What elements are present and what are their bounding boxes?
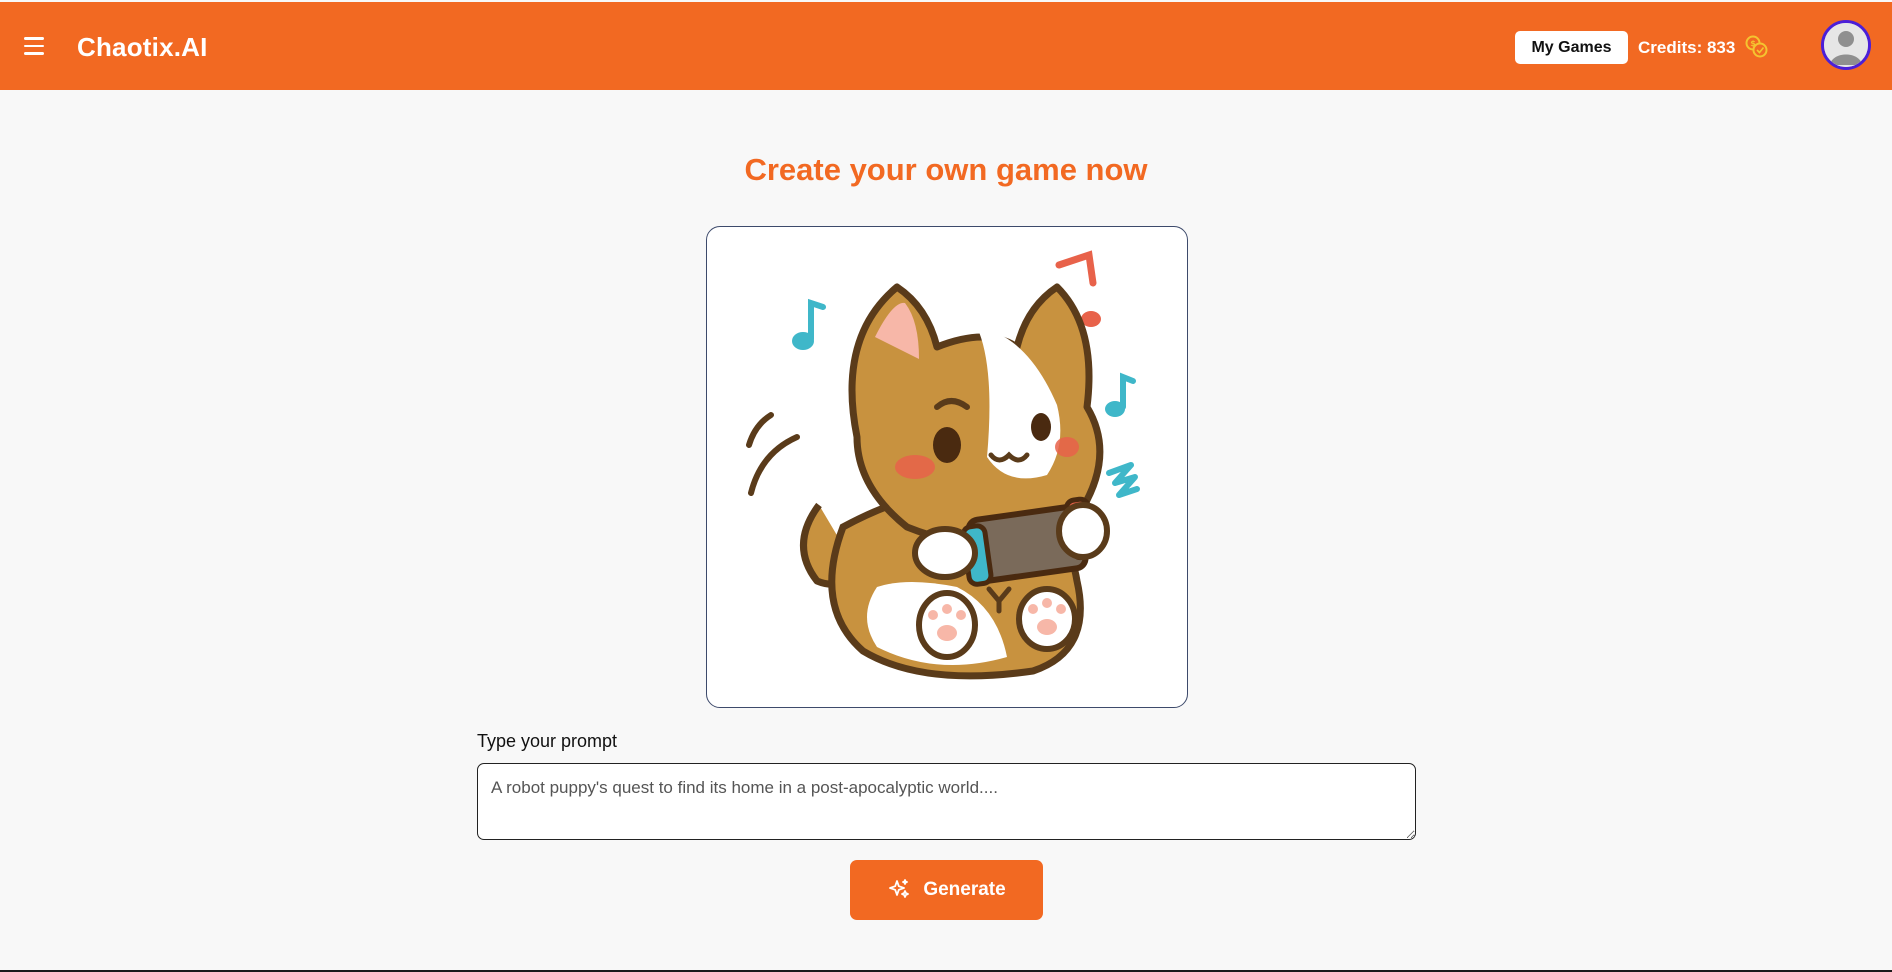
user-avatar-icon[interactable] bbox=[1821, 20, 1871, 70]
illustration-card bbox=[706, 226, 1188, 708]
sparkles-icon bbox=[889, 879, 910, 898]
page-title: Create your own game now bbox=[744, 152, 1148, 187]
my-games-button[interactable]: My Games bbox=[1515, 31, 1628, 64]
top-bar: Chaotix.AI My Games Credits: 833 $ bbox=[0, 2, 1892, 90]
hamburger-menu-icon[interactable] bbox=[24, 34, 48, 58]
app-frame: Chaotix.AI My Games Credits: 833 $ Creat… bbox=[0, 0, 1892, 972]
generate-label: Generate bbox=[923, 879, 1006, 900]
corgi-playing-handheld-game-illustration bbox=[746, 250, 1140, 680]
brand-logo[interactable]: Chaotix.AI bbox=[77, 32, 208, 63]
prompt-input[interactable] bbox=[477, 763, 1416, 840]
credits-balance: Credits: 833 bbox=[1638, 38, 1736, 57]
coins-icon: $ bbox=[1745, 35, 1768, 58]
prompt-label: Type your prompt bbox=[477, 731, 618, 751]
generate-button[interactable]: Generate bbox=[850, 860, 1043, 920]
